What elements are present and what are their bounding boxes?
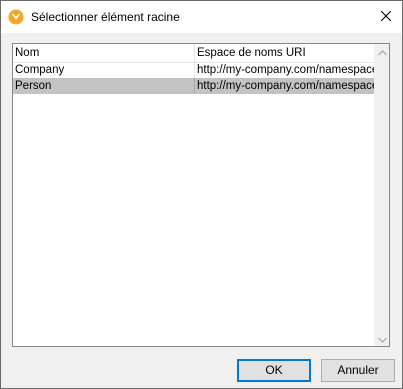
row-name: Company — [13, 62, 195, 78]
app-icon — [8, 9, 24, 25]
vertical-scrollbar[interactable] — [374, 44, 389, 346]
dialog-window: Sélectionner élément racine Nom Espace d… — [0, 0, 403, 389]
column-header-name[interactable]: Nom — [13, 44, 195, 62]
scroll-up-button[interactable] — [375, 44, 389, 59]
root-element-list[interactable]: Nom Espace de noms URI Company http://my… — [12, 43, 390, 347]
scroll-down-button[interactable] — [375, 331, 389, 346]
window-title: Sélectionner élément racine — [31, 10, 180, 24]
close-icon — [380, 10, 392, 24]
list-content: Nom Espace de noms URI Company http://my… — [13, 44, 376, 346]
row-namespace: http://my-company.com/namespace — [197, 64, 376, 76]
cancel-button[interactable]: Annuler — [321, 359, 395, 382]
list-row-person[interactable]: Person http://my-company.com/namespace — [13, 78, 376, 94]
chevron-down-icon — [378, 332, 387, 346]
row-name: Person — [13, 78, 195, 94]
row-namespace: http://my-company.com/namespace — [197, 80, 376, 92]
ok-button[interactable]: OK — [237, 359, 311, 382]
column-header-namespace[interactable]: Espace de noms URI — [195, 44, 376, 62]
chevron-up-icon — [378, 45, 387, 59]
dialog-body: Nom Espace de noms URI Company http://my… — [1, 33, 402, 388]
title-bar[interactable]: Sélectionner élément racine — [1, 1, 402, 33]
list-header: Nom Espace de noms URI — [13, 44, 376, 63]
list-row-company[interactable]: Company http://my-company.com/namespace — [13, 62, 376, 78]
close-button[interactable] — [370, 1, 402, 33]
